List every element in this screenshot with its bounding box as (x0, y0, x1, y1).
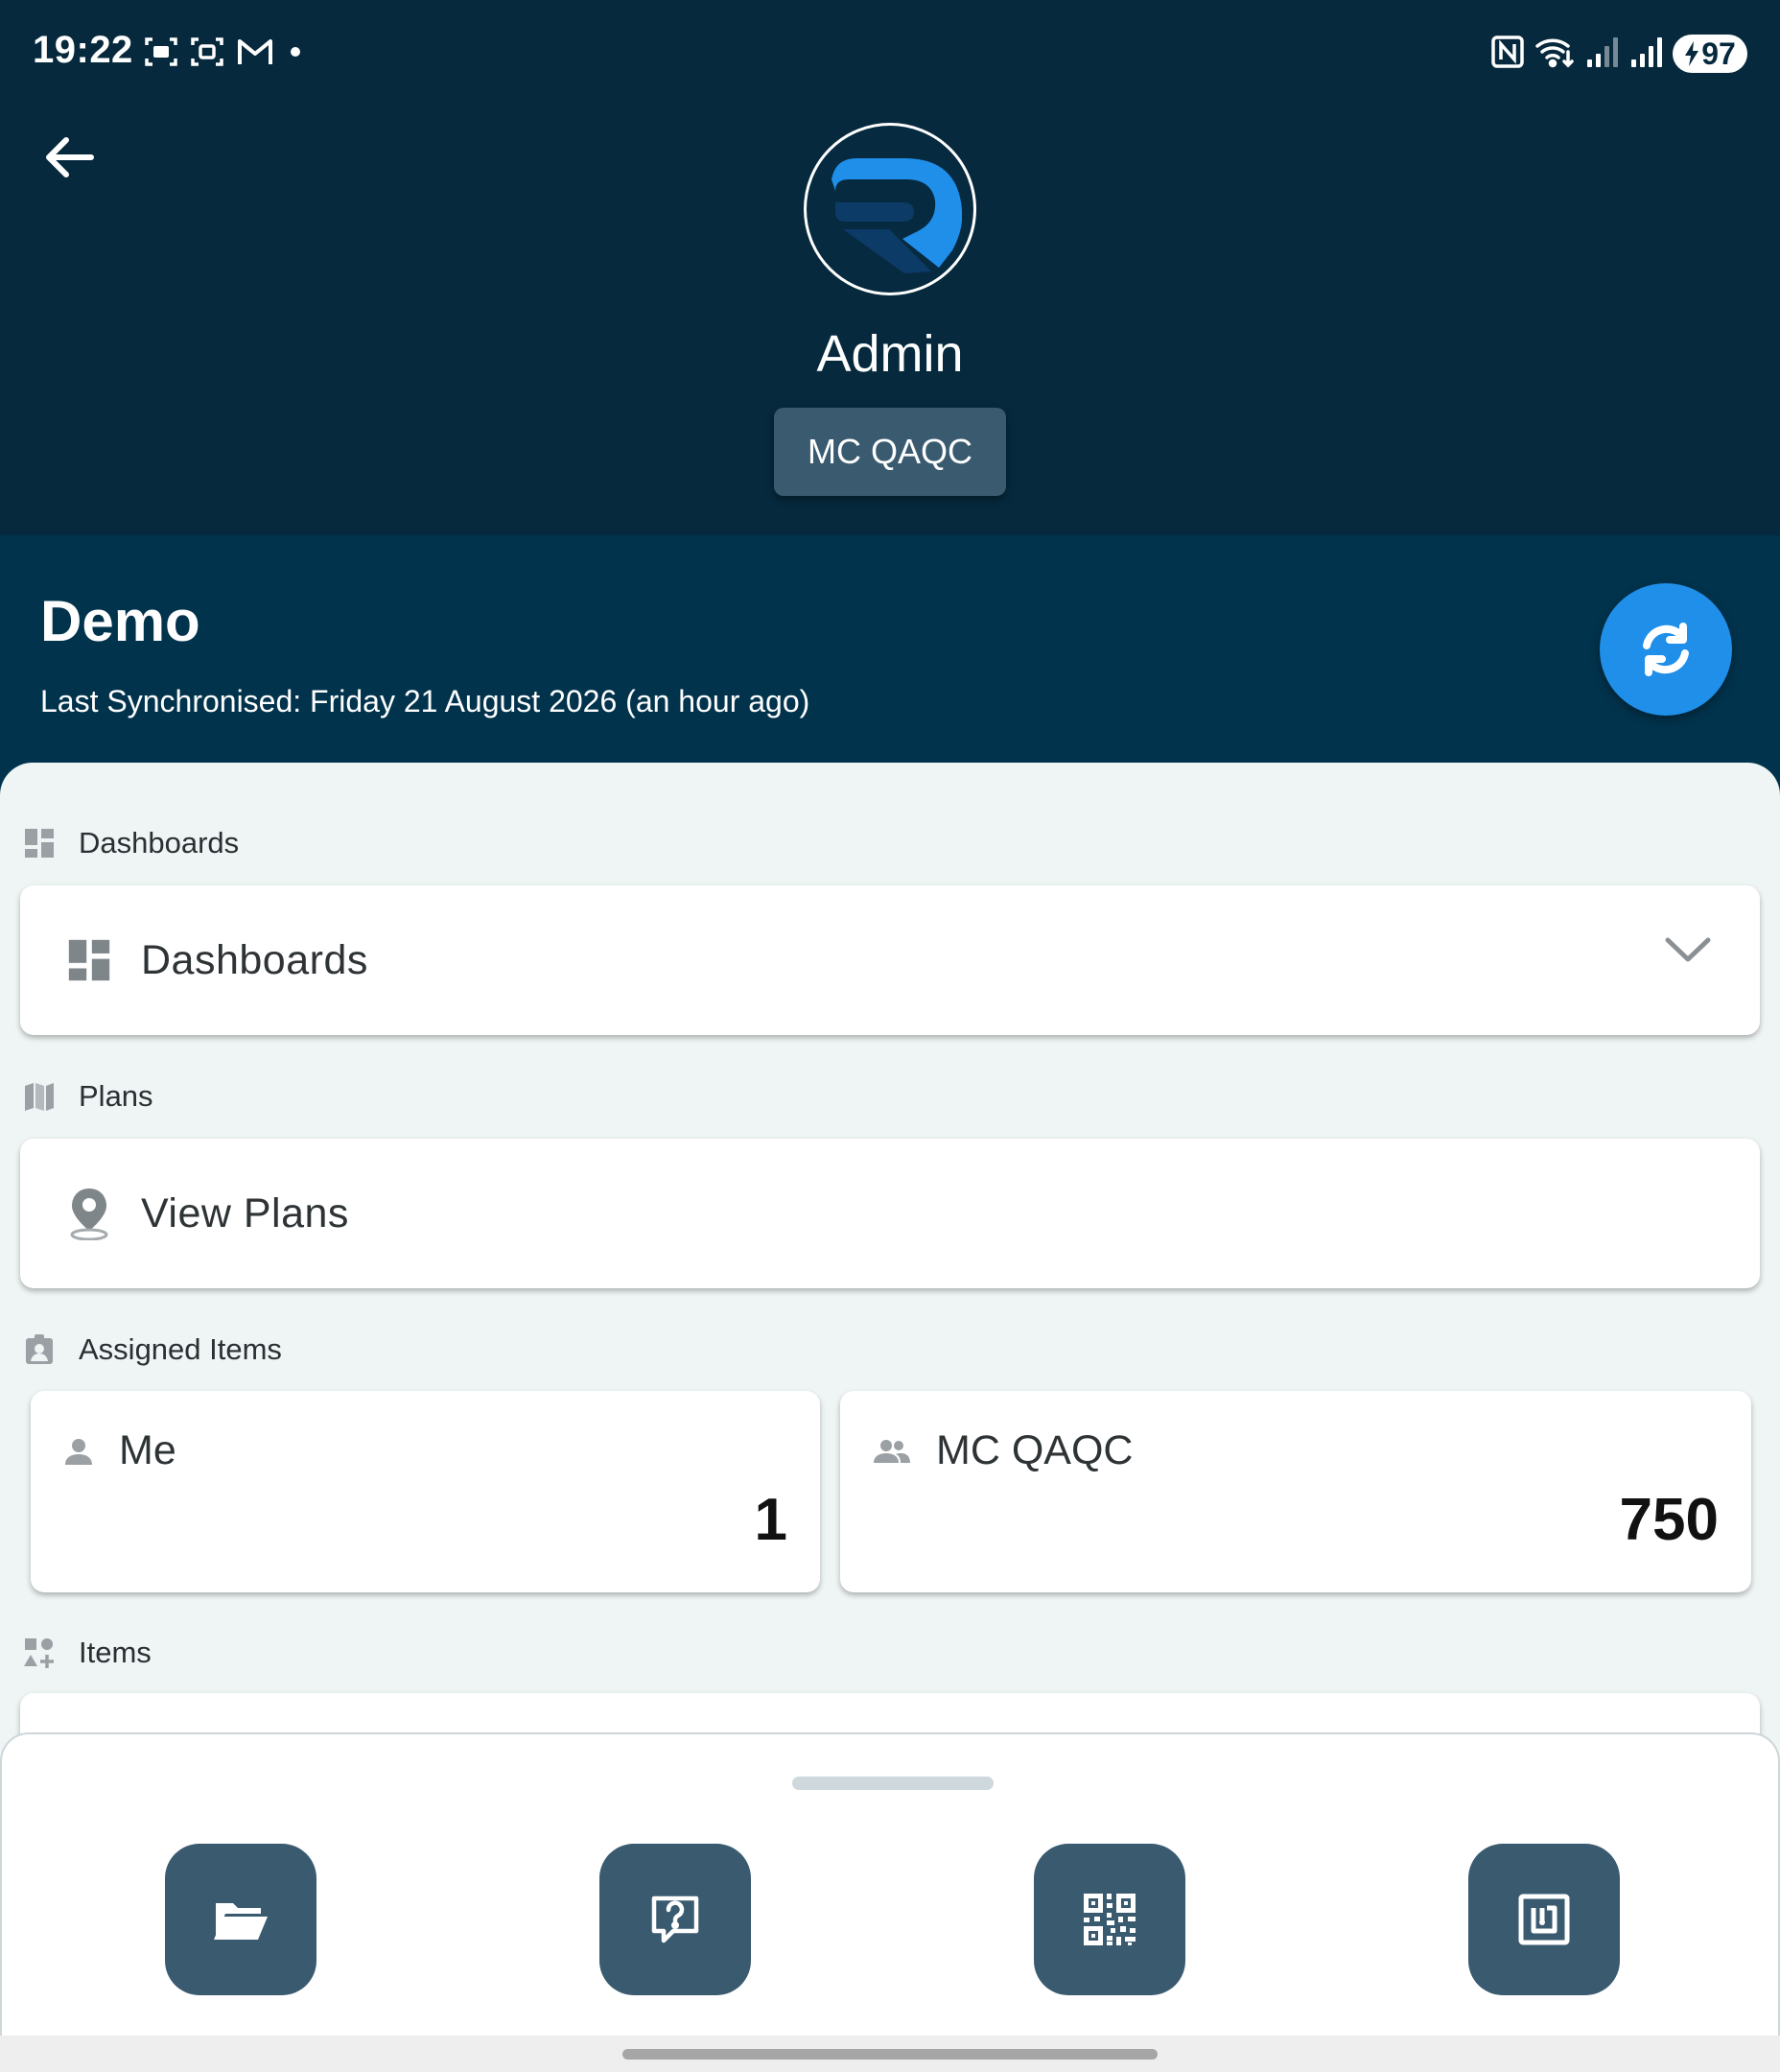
section-assigned-items: Assigned Items (23, 1330, 282, 1369)
qr-scan-button[interactable] (1034, 1844, 1185, 1995)
dashboards-dropdown-label: Dashboards (141, 936, 368, 983)
screen-record-icon (190, 35, 224, 74)
section-label: Plans (79, 1079, 153, 1113)
sync-icon (1643, 623, 1689, 676)
dashboards-dropdown[interactable]: Dashboards (20, 885, 1760, 1035)
assigned-team-count: 750 (1619, 1487, 1719, 1553)
qr-code-icon (1084, 1894, 1136, 1945)
dashboard-icon (25, 829, 54, 858)
screenshot-icon (144, 35, 178, 74)
status-icons-right: 97 (1490, 33, 1747, 75)
help-button[interactable] (599, 1844, 751, 1995)
nfc-icon (1490, 35, 1525, 74)
signal-1-icon (1584, 35, 1619, 74)
status-bar: 19:22 97 (0, 0, 1780, 107)
assigned-team-header: MC QAQC (873, 1427, 1133, 1474)
section-label: Dashboards (79, 826, 240, 859)
view-plans-label: View Plans (141, 1189, 349, 1236)
bottom-sheet (0, 1732, 1780, 2039)
chevron-down-icon (1665, 937, 1711, 962)
section-label: Assigned Items (79, 1332, 282, 1366)
help-chat-icon (651, 1895, 699, 1943)
sheet-drag-handle[interactable] (792, 1777, 994, 1790)
project-title: Demo (40, 589, 200, 653)
group-icon (874, 1439, 910, 1463)
dashboard-icon (68, 939, 110, 981)
last-synchronised-text: Last Synchronised: Friday 21 August 2026… (40, 684, 810, 718)
charging-bolt-icon (1685, 41, 1699, 66)
assigned-me-header: Me (63, 1427, 176, 1474)
battery-indicator: 97 (1673, 35, 1747, 73)
folder-open-icon (214, 1903, 268, 1940)
nfc-tag-icon (1518, 1894, 1570, 1945)
section-label: Items (79, 1636, 152, 1669)
battery-level: 97 (1701, 35, 1736, 71)
home-gesture-pill[interactable] (622, 2049, 1158, 2060)
category-add-icon (24, 1638, 54, 1668)
status-icons-left (144, 33, 305, 75)
notification-dot-icon (286, 42, 305, 66)
team-button[interactable]: MC QAQC (774, 408, 1006, 496)
map-icon (25, 1083, 54, 1111)
project-band: Demo Last Synchronised: Friday 21 August… (0, 535, 1780, 794)
assigned-me-card[interactable]: Me 1 (31, 1391, 820, 1592)
section-items: Items (23, 1634, 152, 1672)
section-plans: Plans (23, 1077, 153, 1116)
status-time: 19:22 (33, 29, 133, 71)
person-icon (65, 1438, 92, 1465)
system-nav-bar (0, 2036, 1780, 2072)
profile-header: 19:22 97 Admin MC QAQC (0, 0, 1780, 535)
section-dashboards: Dashboards (23, 824, 239, 862)
arrow-left-icon (46, 137, 94, 177)
gmail-icon (236, 35, 274, 73)
open-folder-button[interactable] (165, 1844, 316, 1995)
avatar (804, 123, 976, 295)
nfc-scan-button[interactable] (1468, 1844, 1620, 1995)
view-plans-button[interactable]: View Plans (20, 1139, 1760, 1288)
signal-2-icon (1628, 35, 1663, 74)
assignment-ind-icon (26, 1334, 53, 1364)
profile-name: Admin (816, 325, 964, 383)
back-button[interactable] (38, 127, 100, 188)
assigned-team-card[interactable]: MC QAQC 750 (840, 1391, 1751, 1592)
wifi-icon (1534, 35, 1575, 74)
r-logo-icon (831, 158, 962, 273)
location-pin-icon (70, 1189, 108, 1240)
assigned-me-count: 1 (754, 1487, 787, 1553)
assigned-team-label: MC QAQC (936, 1427, 1134, 1473)
assigned-me-label: Me (119, 1427, 176, 1473)
sync-button[interactable] (1600, 583, 1732, 716)
